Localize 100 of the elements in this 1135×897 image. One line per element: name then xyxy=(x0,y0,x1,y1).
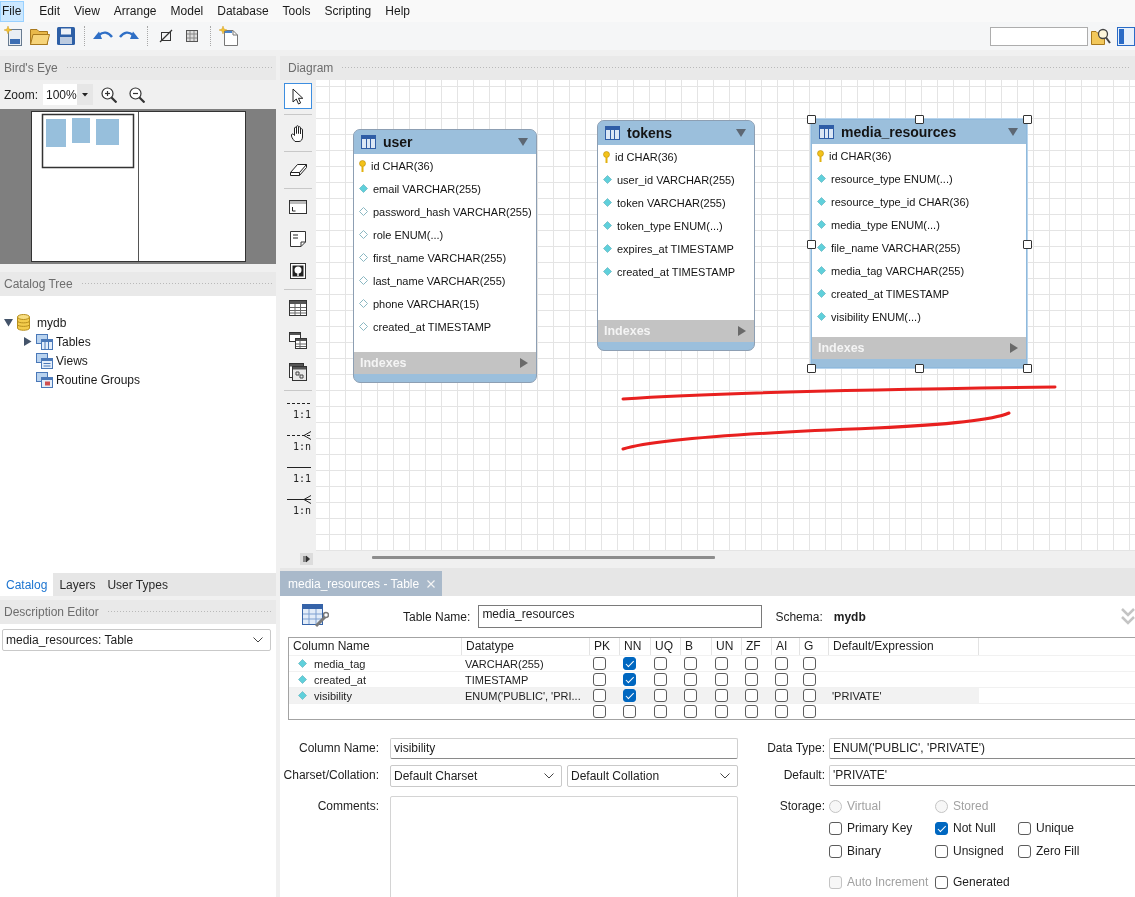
menu-item[interactable]: File xyxy=(0,0,25,22)
resize-handle[interactable] xyxy=(807,364,816,373)
checkbox[interactable] xyxy=(803,705,816,718)
checkbox[interactable] xyxy=(654,657,667,670)
checkbox[interactable] xyxy=(745,705,758,718)
checkbox[interactable] xyxy=(745,673,758,686)
checkbox[interactable] xyxy=(1018,821,1031,835)
checkbox[interactable] xyxy=(715,689,728,702)
checkbox[interactable] xyxy=(775,705,788,718)
checkbox[interactable] xyxy=(654,673,667,686)
comments-field[interactable] xyxy=(390,796,738,897)
checkbox[interactable] xyxy=(803,673,816,686)
panel-tab[interactable]: User Types xyxy=(101,573,174,596)
save-icon[interactable] xyxy=(57,27,75,45)
data-type-field[interactable]: ENUM('PUBLIC', 'PRIVATE') xyxy=(829,738,1135,759)
checkbox[interactable] xyxy=(593,689,606,702)
zoom-combo[interactable]: 100% xyxy=(43,84,93,105)
column-header[interactable]: AI xyxy=(772,638,800,655)
slashed-square-icon[interactable] xyxy=(159,29,173,43)
tree-item[interactable]: Tables xyxy=(56,334,91,349)
panel-tab[interactable]: Catalog xyxy=(0,573,54,596)
default-field[interactable]: 'PRIVATE' xyxy=(829,765,1135,786)
checkbox[interactable] xyxy=(935,844,948,858)
relationship-tool[interactable]: 1:n xyxy=(283,425,313,457)
caret-down-icon[interactable] xyxy=(4,318,13,327)
resize-handle[interactable] xyxy=(1023,364,1032,373)
chevron-down-icon[interactable] xyxy=(544,773,554,779)
right-triangle-icon[interactable] xyxy=(738,326,746,336)
search-icon[interactable] xyxy=(1091,27,1111,45)
checkbox[interactable] xyxy=(593,673,606,686)
menu-item[interactable]: Edit xyxy=(32,0,68,22)
grid-row[interactable] xyxy=(289,703,1135,719)
zoom-in-icon[interactable] xyxy=(101,86,117,103)
checkbox[interactable] xyxy=(623,689,636,702)
column-header[interactable]: Column Name xyxy=(289,638,462,655)
checkbox[interactable] xyxy=(745,689,758,702)
grid-row[interactable]: visibility ENUM('PUBLIC', 'PRI... 'PRIVATE' xyxy=(289,687,1135,703)
grid-icon[interactable] xyxy=(186,30,198,42)
redo-icon[interactable] xyxy=(119,30,139,42)
object-dropdown[interactable]: media_resources: Table xyxy=(2,629,271,651)
checkbox[interactable] xyxy=(803,689,816,702)
checkbox[interactable] xyxy=(829,844,842,858)
column-header[interactable]: PK xyxy=(590,638,620,655)
column-header[interactable]: UQ xyxy=(651,638,681,655)
tree-item[interactable]: mydb xyxy=(37,315,67,330)
column-header[interactable]: B xyxy=(681,638,712,655)
checkbox[interactable] xyxy=(654,705,667,718)
chevron-down-icon[interactable] xyxy=(720,773,730,779)
checkbox[interactable] xyxy=(745,657,758,670)
column-header[interactable]: Datatype xyxy=(462,638,590,655)
menu-item[interactable]: Scripting xyxy=(317,0,379,22)
resize-handle[interactable] xyxy=(1023,115,1032,124)
menu-item[interactable]: Arrange xyxy=(106,0,164,22)
column-name-field[interactable]: visibility xyxy=(390,738,738,759)
undo-icon[interactable] xyxy=(93,30,113,42)
panel-tab[interactable]: Layers xyxy=(53,573,102,596)
menu-item[interactable]: View xyxy=(67,0,107,22)
resize-handle[interactable] xyxy=(807,239,816,249)
checkbox[interactable] xyxy=(623,673,636,686)
scroll-right-icon[interactable] xyxy=(300,553,313,565)
checkbox[interactable] xyxy=(593,657,606,670)
tree-item[interactable]: Routine Groups xyxy=(56,372,141,387)
checkbox[interactable] xyxy=(684,657,697,670)
down-triangle-icon[interactable] xyxy=(736,129,746,137)
checkbox[interactable] xyxy=(715,705,728,718)
checkbox[interactable] xyxy=(593,705,606,718)
checkbox[interactable] xyxy=(775,657,788,670)
down-triangle-icon[interactable] xyxy=(518,138,528,146)
menu-item[interactable]: Tools xyxy=(275,0,318,22)
column-header[interactable]: ZF xyxy=(742,638,772,655)
checkbox[interactable] xyxy=(654,689,667,702)
column-header[interactable]: Default/Expression xyxy=(829,638,979,655)
menu-item[interactable]: Help xyxy=(378,0,417,22)
right-triangle-icon[interactable] xyxy=(1010,343,1018,353)
charset-dropdown[interactable]: Default Charset xyxy=(390,765,562,787)
checkbox[interactable] xyxy=(803,657,816,670)
scroll-thumb[interactable] xyxy=(372,556,715,559)
search-field[interactable] xyxy=(990,26,1088,46)
checkbox[interactable] xyxy=(684,673,697,686)
down-triangle-icon[interactable] xyxy=(1008,128,1018,136)
checkbox[interactable] xyxy=(1018,844,1031,858)
resize-handle[interactable] xyxy=(1023,239,1032,249)
menu-item[interactable]: Model xyxy=(163,0,211,22)
column-header[interactable]: G xyxy=(800,638,829,655)
checkbox[interactable] xyxy=(715,673,728,686)
zoom-out-icon[interactable] xyxy=(129,86,145,103)
new-page-icon[interactable] xyxy=(219,26,239,46)
checkbox[interactable] xyxy=(715,657,728,670)
checkbox[interactable] xyxy=(829,821,842,835)
checkbox[interactable] xyxy=(935,821,948,835)
new-document-icon[interactable] xyxy=(4,26,24,46)
menu-item[interactable]: Database xyxy=(210,0,276,22)
table-name-field[interactable]: media_resources xyxy=(478,605,763,628)
viewport-frame[interactable] xyxy=(41,113,134,169)
relationship-tool[interactable]: 1:1 xyxy=(283,457,313,489)
relationship-tool[interactable]: 1:1 xyxy=(283,393,313,425)
resize-handle[interactable] xyxy=(807,115,816,124)
checkbox[interactable] xyxy=(775,689,788,702)
collation-dropdown[interactable]: Default Collation xyxy=(567,765,738,787)
checkbox[interactable] xyxy=(935,875,948,889)
